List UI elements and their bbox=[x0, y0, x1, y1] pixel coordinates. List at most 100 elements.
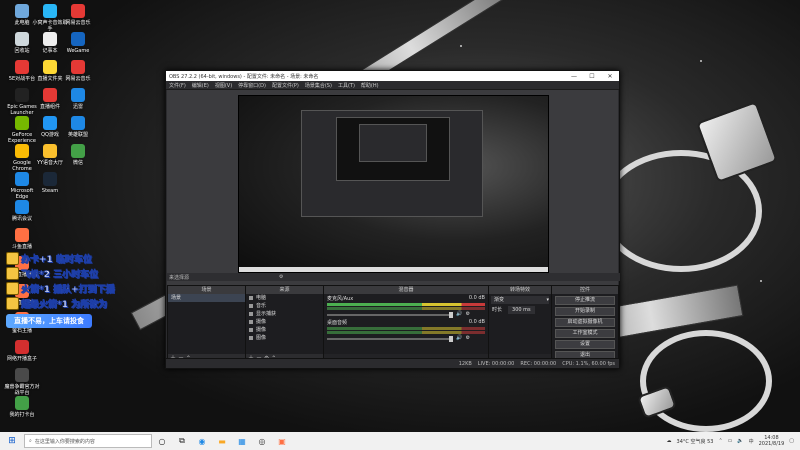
overlay-banner: 直播不易，上车请投食 bbox=[6, 314, 92, 328]
obs-titlebar[interactable]: OBS 27.2.2 (64-bit, windows) - 配置文件: 未命名… bbox=[166, 71, 619, 81]
scene-item[interactable]: 场景 bbox=[168, 294, 245, 302]
source-item[interactable]: 电脑 bbox=[246, 294, 323, 302]
desktop-icon[interactable]: Steam bbox=[32, 172, 68, 194]
edge-icon[interactable]: ◉ bbox=[192, 437, 212, 446]
obs-status-bar: 12KB LIVE: 00:00:00 REC: 00:00:00 CPU: 1… bbox=[166, 358, 619, 368]
app-icon bbox=[71, 60, 85, 74]
volume-slider[interactable] bbox=[327, 312, 454, 318]
obs-preview-canvas[interactable] bbox=[238, 95, 549, 273]
desktop-icon[interactable]: 网易云音乐 bbox=[60, 4, 96, 26]
volume-knob[interactable] bbox=[449, 312, 454, 318]
transitions-dock-title: 转场特效 bbox=[489, 286, 551, 294]
desktop-icon-label: 记事本 bbox=[42, 48, 58, 54]
desktop-icon[interactable]: 我的打卡台 bbox=[4, 396, 40, 418]
volume-knob[interactable] bbox=[449, 336, 454, 342]
channel-name: 麦克风/Aux bbox=[327, 296, 354, 302]
menu-view[interactable]: 视图(V) bbox=[215, 82, 232, 89]
taskbar-search[interactable]: ⌕ 在这里输入你要搜索的内容 bbox=[24, 434, 152, 448]
controls-dock: 控件 停止推流 开始录制 启动虚拟摄像机 工作室模式 设置 退出 bbox=[551, 285, 619, 364]
minimize-icon[interactable]: — bbox=[565, 73, 583, 80]
camera-source-icon bbox=[249, 320, 253, 324]
stop-streaming-button[interactable]: 停止推流 bbox=[555, 296, 615, 305]
source-label: 图像 bbox=[256, 335, 267, 341]
app-icon bbox=[71, 88, 85, 102]
obs-window[interactable]: OBS 27.2.2 (64-bit, windows) - 配置文件: 未命名… bbox=[165, 70, 620, 369]
star bbox=[700, 60, 702, 62]
source-item[interactable]: 摄像 bbox=[246, 326, 323, 334]
chevron-up-icon[interactable]: ⌃ bbox=[718, 438, 722, 444]
desktop-icon[interactable]: 腾讯会议 bbox=[4, 200, 40, 222]
mixer-channel-mic: 麦克风/Aux 0.0 dB 🔊 ⚙ bbox=[324, 294, 488, 318]
gear-icon[interactable]: ⚙ bbox=[466, 311, 470, 317]
start-recording-button[interactable]: 开始录制 bbox=[555, 307, 615, 316]
desktop-icon[interactable]: WeGame bbox=[60, 32, 96, 54]
douyu-taskbar-icon[interactable]: ▣ bbox=[272, 437, 292, 446]
close-icon[interactable]: ✕ bbox=[601, 73, 619, 80]
app-icon bbox=[15, 396, 29, 410]
desktop-icon[interactable]: 微信 bbox=[60, 144, 96, 166]
source-item[interactable]: 显示捕获 bbox=[246, 310, 323, 318]
windows-start-icon[interactable]: ⊞ bbox=[0, 436, 24, 446]
task-view-icon[interactable]: ○ bbox=[152, 437, 172, 446]
gear-icon[interactable]: ⚙ bbox=[466, 335, 470, 341]
speaker-icon[interactable]: 🔊 bbox=[456, 335, 462, 341]
app-icon bbox=[15, 340, 29, 354]
source-item[interactable]: 摄像 bbox=[246, 318, 323, 326]
desktop-icon[interactable]: 迅雷 bbox=[60, 88, 96, 110]
sources-list: 电脑 音乐 显示捕获 摄像 摄像 图像 bbox=[246, 294, 323, 354]
menu-scene-collection[interactable]: 场景集合(S) bbox=[305, 82, 332, 89]
weather-text[interactable]: 34°C 空气良 53 bbox=[677, 438, 714, 445]
notification-icon[interactable]: ▢ bbox=[789, 438, 794, 444]
network-icon[interactable]: ▭ bbox=[728, 438, 733, 444]
menu-docks[interactable]: 停靠窗口(D) bbox=[238, 82, 266, 89]
settings-button[interactable]: 设置 bbox=[555, 340, 615, 349]
task-view-icon[interactable]: ⧉ bbox=[172, 436, 192, 446]
desktop-icon-label: 萤石主播 bbox=[11, 328, 32, 334]
start-virtual-camera-button[interactable]: 启动虚拟摄像机 bbox=[555, 318, 615, 327]
overlay-text: 办卡+1 临时车位 bbox=[21, 255, 93, 266]
weather-icon[interactable]: ☁ bbox=[667, 438, 672, 444]
menu-file[interactable]: 文件(F) bbox=[169, 82, 186, 89]
desktop-icon[interactable]: 英雄联盟 bbox=[60, 116, 96, 138]
obs-taskbar-icon[interactable]: ◎ bbox=[252, 437, 272, 446]
menu-profile[interactable]: 配置文件(P) bbox=[272, 82, 299, 89]
desktop-icon-label: 魔兽争霸官方对战平台 bbox=[4, 384, 40, 396]
desktop-icon[interactable]: 网易云音乐 bbox=[60, 60, 96, 82]
image-source-icon bbox=[249, 336, 253, 340]
volume-slider[interactable] bbox=[327, 336, 454, 342]
app-icon bbox=[15, 144, 29, 158]
transition-select[interactable]: 渐变 ▾ bbox=[491, 296, 549, 304]
mixer-channel-desktop: 桌面音频 0.0 dB 🔊 ⚙ bbox=[324, 318, 488, 342]
app-icon bbox=[15, 4, 29, 18]
duration-input[interactable]: 300 ms bbox=[508, 306, 535, 314]
input-method-icon[interactable]: 中 bbox=[749, 438, 754, 445]
desktop-icon-label: Steam bbox=[41, 188, 59, 194]
menu-help[interactable]: 帮助(H) bbox=[361, 82, 379, 89]
desktop-icon-label: 网络开播盒子 bbox=[6, 356, 37, 362]
desktop-icon[interactable]: 魔兽争霸官方对战平台 bbox=[4, 368, 40, 396]
source-label: 电脑 bbox=[256, 295, 267, 301]
duration-label: 时长 bbox=[492, 307, 503, 313]
store-icon[interactable]: ▦ bbox=[232, 437, 252, 446]
desktop-icon-label: 直播文件夹 bbox=[37, 76, 63, 82]
gear-icon[interactable]: ⚙ bbox=[279, 274, 283, 280]
volume-icon[interactable]: 🔈 bbox=[737, 438, 743, 444]
desktop-icon-label: Google Chrome bbox=[12, 160, 32, 172]
desktop-icon[interactable]: 网络开播盒子 bbox=[4, 340, 40, 362]
dropped-frames: 12KB bbox=[458, 360, 472, 367]
folder-icon[interactable]: ▬ bbox=[212, 437, 232, 446]
source-item[interactable]: 音乐 bbox=[246, 302, 323, 310]
source-item[interactable]: 图像 bbox=[246, 334, 323, 342]
speaker-icon[interactable]: 🔊 bbox=[456, 311, 462, 317]
rec-timer: REC: 00:00:00 bbox=[520, 360, 557, 367]
menu-edit[interactable]: 编辑(E) bbox=[192, 82, 209, 89]
overlay-text: 飞机*2 三小时车位 bbox=[21, 270, 99, 281]
wallpaper-cable bbox=[640, 330, 772, 432]
menu-tools[interactable]: 工具(T) bbox=[338, 82, 355, 89]
star bbox=[460, 45, 462, 47]
desktop-icon[interactable]: 斗鱼直播 bbox=[4, 228, 40, 250]
taskbar-clock[interactable]: 14:08 2021/8/19 bbox=[759, 435, 785, 447]
mixer-channels: 麦克风/Aux 0.0 dB 🔊 ⚙ 桌面音频 0.0 dB 🔊 ⚙ bbox=[324, 294, 488, 354]
studio-mode-button[interactable]: 工作室模式 bbox=[555, 329, 615, 338]
maximize-icon[interactable]: ☐ bbox=[583, 73, 601, 80]
